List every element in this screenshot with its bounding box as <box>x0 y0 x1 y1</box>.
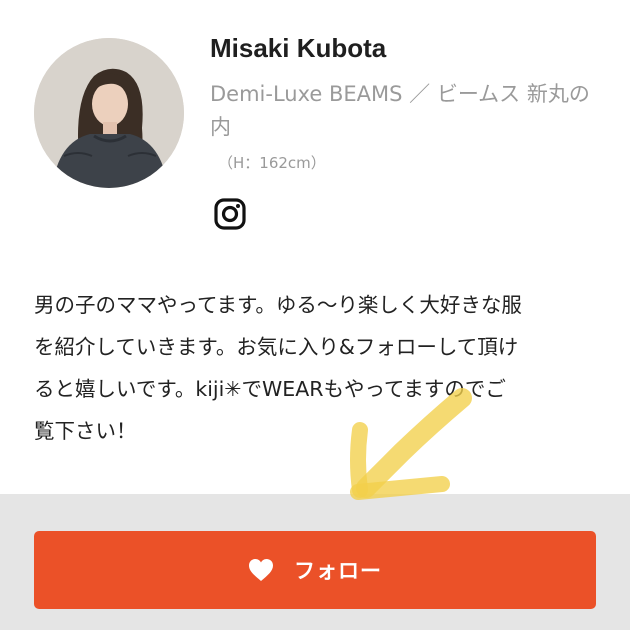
follow-button[interactable]: フォロー <box>34 531 596 609</box>
profile-bio: 男の子のママやってます。ゆる〜り楽しく大好きな服 を紹介していきます。お気に入り… <box>34 284 599 452</box>
highlight-arrow-icon <box>350 388 472 500</box>
instagram-link[interactable] <box>213 197 247 231</box>
bio-line: ると嬉しいです。kiji✳︎でWEARもやってますのでご <box>34 377 506 401</box>
bio-line: を紹介していきます。お気に入り&フォローして頂け <box>34 335 519 359</box>
shop-name[interactable]: Demi-Luxe BEAMS ／ ビームス 新丸の内 <box>210 78 605 144</box>
bio-line: 男の子のママやってます。ゆる〜り楽しく大好きな服 <box>34 293 522 317</box>
instagram-icon <box>214 198 246 230</box>
profile-name: Misaki Kubota <box>210 33 387 63</box>
height-label: （H：162cm） <box>218 154 326 172</box>
bio-line: 覧下さい！ <box>34 419 137 443</box>
avatar <box>34 38 184 188</box>
heart-icon <box>249 559 273 581</box>
follow-button-label: フォロー <box>294 559 382 583</box>
